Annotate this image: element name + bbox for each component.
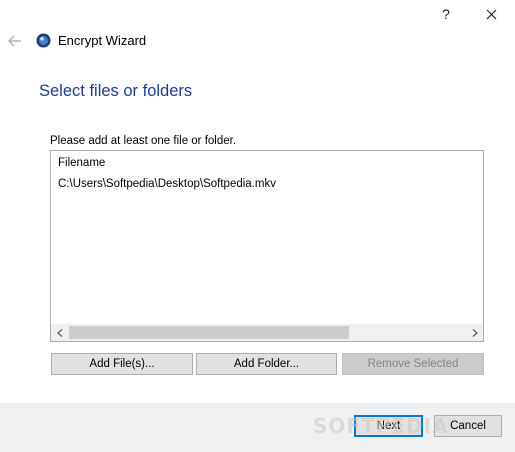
add-files-button[interactable]: Add File(s)...: [51, 353, 193, 375]
wizard-footer: Next Cancel: [0, 403, 515, 452]
help-icon: ?: [442, 6, 450, 22]
filename-column-header[interactable]: Filename: [58, 157, 105, 169]
arrow-left-icon: [8, 35, 21, 47]
file-list-item[interactable]: C:\Users\Softpedia\Desktop\Softpedia.mkv: [58, 178, 276, 190]
encrypt-app-icon: [36, 33, 51, 48]
cancel-button[interactable]: Cancel: [434, 415, 502, 437]
encrypt-wizard-window: ? Encrypt Wizard Select files or folders…: [0, 0, 515, 452]
scroll-left-button[interactable]: [51, 324, 68, 341]
scroll-right-button[interactable]: [466, 324, 483, 341]
horizontal-scrollbar[interactable]: [51, 324, 483, 341]
next-button[interactable]: Next: [354, 415, 423, 437]
add-folder-button[interactable]: Add Folder...: [196, 353, 337, 375]
close-button[interactable]: [468, 0, 514, 28]
help-button[interactable]: ?: [423, 0, 469, 28]
back-button[interactable]: [4, 30, 26, 52]
window-title: Encrypt Wizard: [58, 33, 147, 48]
page-heading: Select files or folders: [39, 82, 193, 100]
scroll-thumb[interactable]: [69, 326, 349, 339]
file-list[interactable]: Filename C:\Users\Softpedia\Desktop\Soft…: [50, 150, 484, 342]
remove-selected-button[interactable]: Remove Selected: [342, 353, 484, 375]
close-icon: [486, 9, 496, 19]
instruction-text: Please add at least one file or folder.: [50, 135, 237, 147]
chevron-left-icon: [56, 328, 62, 337]
chevron-right-icon: [472, 328, 478, 337]
